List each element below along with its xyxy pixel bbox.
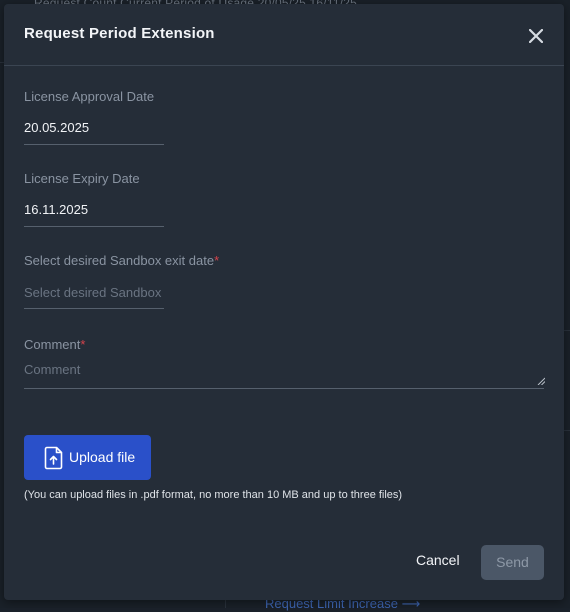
resize-grip-icon[interactable]	[537, 377, 545, 385]
license-expiry-date-value: 16.11.2025	[24, 202, 89, 217]
modal-header: Request Period Extension	[4, 4, 564, 66]
sandbox-exit-date-label: Select desired Sandbox exit date*	[24, 253, 219, 268]
license-expiry-date-label: License Expiry Date	[24, 171, 140, 186]
required-marker: *	[80, 337, 86, 352]
background-divider	[564, 330, 570, 331]
field-underline	[24, 308, 164, 309]
field-underline	[24, 144, 164, 145]
request-period-extension-modal: Request Period Extension License Approva…	[4, 4, 564, 600]
field-underline	[24, 226, 164, 227]
comment-label-text: Comment	[24, 337, 81, 352]
upload-file-label: Upload file	[69, 449, 136, 465]
cancel-button[interactable]: Cancel	[416, 552, 460, 568]
sandbox-exit-date-input[interactable]	[24, 282, 164, 302]
sandbox-exit-date-label-text: Select desired Sandbox exit date	[24, 253, 215, 268]
upload-hint-text: (You can upload files in .pdf format, no…	[24, 489, 403, 501]
upload-file-button[interactable]: Upload file	[24, 435, 151, 480]
license-approval-date-label: License Approval Date	[24, 89, 155, 104]
field-underline	[24, 388, 544, 389]
license-approval-date-value: 20.05.2025	[24, 120, 90, 135]
close-icon[interactable]	[526, 26, 546, 46]
required-marker: *	[214, 253, 220, 268]
comment-label: Comment*	[24, 337, 85, 352]
background-divider	[225, 600, 226, 608]
send-button[interactable]: Send	[481, 545, 544, 580]
file-upload-icon	[44, 446, 63, 470]
modal-title: Request Period Extension	[24, 25, 215, 42]
comment-textarea[interactable]	[24, 362, 544, 386]
background-divider	[564, 430, 570, 431]
